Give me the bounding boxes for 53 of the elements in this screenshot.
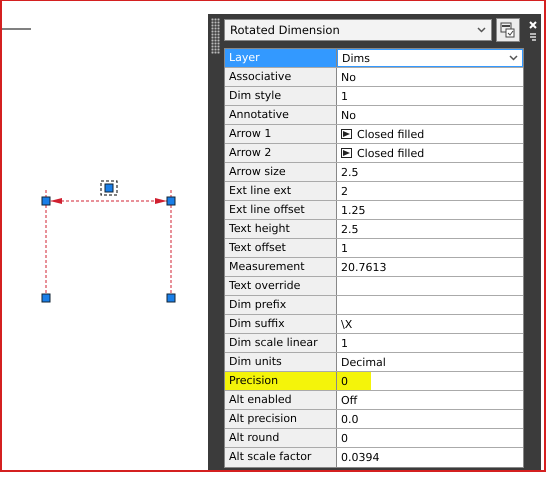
arrowhead-icon: [341, 148, 352, 158]
property-label[interactable]: Alt precision: [225, 410, 337, 428]
property-value[interactable]: 0: [337, 429, 523, 447]
property-label[interactable]: Dim prefix: [225, 296, 337, 314]
property-label[interactable]: Precision: [225, 372, 337, 390]
property-value[interactable]: 1: [337, 334, 523, 352]
property-label[interactable]: Alt round: [225, 429, 337, 447]
property-value[interactable]: 1.25: [337, 201, 523, 219]
property-value[interactable]: Closed filled: [337, 125, 523, 143]
quick-select-icon: [500, 22, 516, 38]
close-button[interactable]: [528, 20, 538, 30]
property-label[interactable]: Text override: [225, 277, 337, 295]
property-value[interactable]: 2: [337, 182, 523, 200]
property-value[interactable]: 2.5: [337, 163, 523, 181]
gripper-handle[interactable]: [211, 18, 220, 54]
property-label[interactable]: Dim suffix: [225, 315, 337, 333]
property-label[interactable]: Dim scale linear: [225, 334, 337, 352]
property-label[interactable]: Arrow 1: [225, 125, 337, 143]
object-type-dropdown[interactable]: Rotated Dimension: [224, 19, 492, 41]
property-value[interactable]: No: [337, 68, 523, 86]
highlight-mark: [337, 372, 371, 390]
property-label[interactable]: Dim style: [225, 87, 337, 105]
property-label[interactable]: Dim units: [225, 353, 337, 371]
property-label[interactable]: Text offset: [225, 239, 337, 257]
property-value[interactable]: 0.0: [337, 410, 523, 428]
property-value[interactable]: \X: [337, 315, 523, 333]
chevron-icon: [509, 55, 518, 61]
property-value[interactable]: 0: [337, 372, 523, 390]
property-label[interactable]: Ext line ext: [225, 182, 337, 200]
property-label[interactable]: Arrow 2: [225, 144, 337, 162]
property-value[interactable]: 2.5: [337, 220, 523, 238]
property-value[interactable]: 1: [337, 87, 523, 105]
property-label[interactable]: Alt enabled: [225, 391, 337, 409]
property-label[interactable]: Text height: [225, 220, 337, 238]
property-label[interactable]: Measurement: [225, 258, 337, 276]
chevron-icon: [477, 27, 486, 33]
property-value[interactable]: No: [337, 106, 523, 124]
property-label[interactable]: Annotative: [225, 106, 337, 124]
property-label[interactable]: Associative: [225, 68, 337, 86]
property-label[interactable]: Ext line offset: [225, 201, 337, 219]
property-value[interactable]: 20.7613: [337, 258, 523, 276]
property-label[interactable]: Arrow size: [225, 163, 337, 181]
line: [2, 28, 32, 30]
arrowhead-icon: [341, 129, 352, 139]
quick-select-button[interactable]: [496, 18, 520, 42]
property-value[interactable]: Off: [337, 391, 523, 409]
property-value[interactable]: Dims: [337, 49, 523, 67]
property-value[interactable]: Decimal: [337, 353, 523, 371]
property-label[interactable]: Alt scale factor: [225, 448, 337, 467]
menu-button[interactable]: [528, 32, 538, 42]
property-value[interactable]: Closed filled: [337, 144, 523, 162]
property-value[interactable]: 0.0394: [337, 448, 523, 467]
property-value[interactable]: 1: [337, 239, 523, 257]
